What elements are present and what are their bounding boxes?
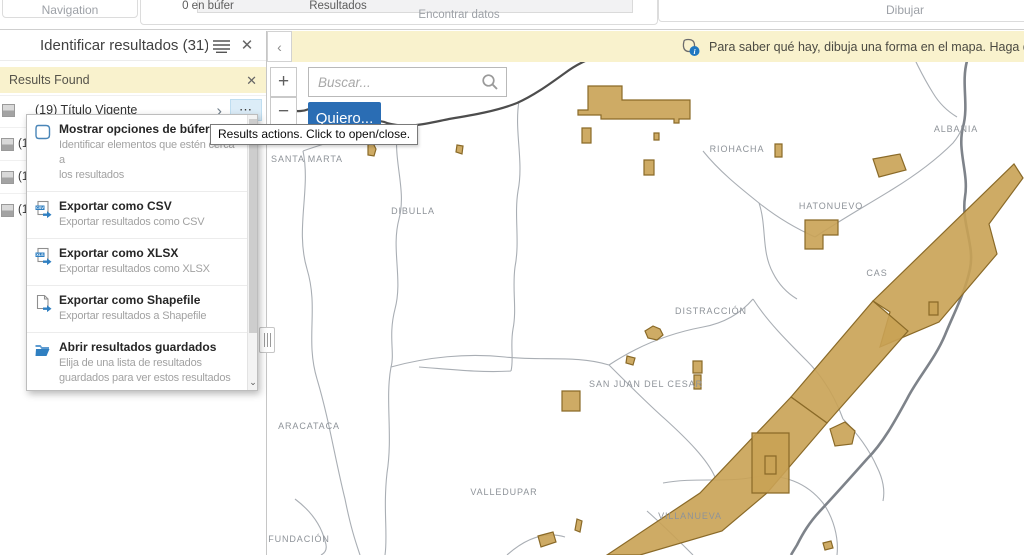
map-hint-text: Para saber qué hay, dibuja una forma en … (709, 40, 1024, 54)
search-icon[interactable] (481, 73, 499, 91)
buffer-icon (34, 123, 52, 141)
mining-title-polygons[interactable] (368, 86, 1023, 555)
hamburger-icon (213, 39, 230, 53)
export-csv-icon: CSV (34, 200, 52, 218)
map-label-albania: ALBANIA (934, 124, 978, 134)
results-found-label: Results Found (9, 73, 246, 87)
menu-item-title: Exportar como Shapefile (59, 293, 241, 307)
menu-item-desc: Elija de una lista de resultados guardad… (59, 356, 241, 386)
map-label-villanueva: VILLANUEVA (658, 511, 722, 521)
map-label-barrancas-partial: CAS (866, 268, 887, 278)
menu-scrollbar[interactable]: ⌄ (247, 115, 257, 390)
toolbar-group-draw: Dibujar (658, 0, 1024, 22)
export-shapefile-icon (34, 294, 52, 312)
results-found-bar: Results Found ✕ (0, 67, 266, 93)
open-folder-icon (34, 341, 52, 359)
layer-icon (2, 104, 15, 117)
panel-resize-grip[interactable] (259, 327, 275, 353)
map-label-aracataca: ARACATACA (278, 421, 340, 431)
search-input[interactable] (316, 74, 481, 91)
tab-navigation[interactable]: Navigation (2, 0, 138, 18)
map-viewport[interactable]: SANTA MARTA DIBULLA RIOHACHA HATONUEVO A… (267, 31, 1024, 555)
map-hint-banner: i Para saber qué hay, dibuja una forma e… (292, 31, 1024, 62)
map-label-riohacha: RIOHACHA (710, 144, 765, 154)
layer-icon (1, 204, 14, 217)
map-label-fundacion: FUNDACIÓN (268, 534, 330, 544)
panel-menu-button[interactable] (208, 34, 234, 58)
svg-text:XLS: XLS (36, 253, 44, 257)
group-label-draw: Dibujar (659, 3, 1024, 17)
map-label-distraccion: DISTRACCIÓN (675, 306, 747, 316)
zoom-out-button[interactable]: − (270, 97, 297, 127)
layer-icon (1, 138, 14, 151)
map-label-santa-marta: SANTA MARTA (271, 154, 343, 164)
layer-icon (1, 171, 14, 184)
zoom-in-button[interactable]: + (270, 67, 297, 97)
map-label-dibulla: DIBULLA (391, 206, 435, 216)
menu-item-export-shapefile[interactable]: Exportar como Shapefile Exportar resulta… (27, 285, 247, 332)
group-label-find-data: Encontrar datos (141, 9, 657, 21)
svg-text:CSV: CSV (36, 206, 44, 210)
menu-scrollbar-thumb[interactable] (249, 119, 257, 333)
export-xlsx-icon: XLS (34, 247, 52, 265)
map-label-san-juan-del-cesar: SAN JUAN DEL CESAR (589, 379, 703, 389)
menu-item-desc: Exportar resultados como CSV (59, 215, 241, 230)
draw-shape-info-icon: i (681, 37, 701, 57)
map-label-valledupar: VALLEDUPAR (470, 487, 537, 497)
menu-item-export-xlsx[interactable]: XLS Exportar como XLSX Exportar resultad… (27, 238, 247, 285)
results-found-close-button[interactable]: ✕ (246, 74, 257, 87)
scroll-down-icon[interactable]: ⌄ (248, 375, 258, 390)
map-search-box (308, 67, 507, 97)
menu-item-desc: Exportar resultados como XLSX (59, 262, 241, 277)
menu-item-title: Exportar como XLSX (59, 246, 241, 260)
top-toolbar: Navigation 0 en búfer Resultados Encontr… (0, 0, 1024, 30)
close-icon: ✕ (241, 38, 254, 53)
map-label-hatonuevo: HATONUEVO (799, 201, 863, 211)
menu-item-export-csv[interactable]: CSV Exportar como CSV Exportar resultado… (27, 191, 247, 238)
menu-item-open-saved-results[interactable]: Abrir resultados guardados Elija de una … (27, 332, 247, 391)
menu-item-desc: Exportar resultados a Shapefile (59, 309, 241, 324)
panel-close-button[interactable]: ✕ (234, 34, 260, 58)
menu-item-title: Abrir resultados guardados (59, 340, 241, 354)
menu-item-title: Exportar como CSV (59, 199, 241, 213)
panel-collapse-button[interactable]: ‹ (267, 31, 292, 62)
toolbar-group-find-data: 0 en búfer Resultados Encontrar datos (140, 0, 658, 25)
results-actions-tooltip: Results actions. Click to open/close. (210, 124, 418, 145)
results-actions-menu: Mostrar opciones de búfer Identificar el… (26, 114, 258, 391)
panel-titlebar: Identificar resultados (31) ✕ (0, 31, 266, 61)
panel-title: Identificar resultados (31) (6, 37, 208, 54)
